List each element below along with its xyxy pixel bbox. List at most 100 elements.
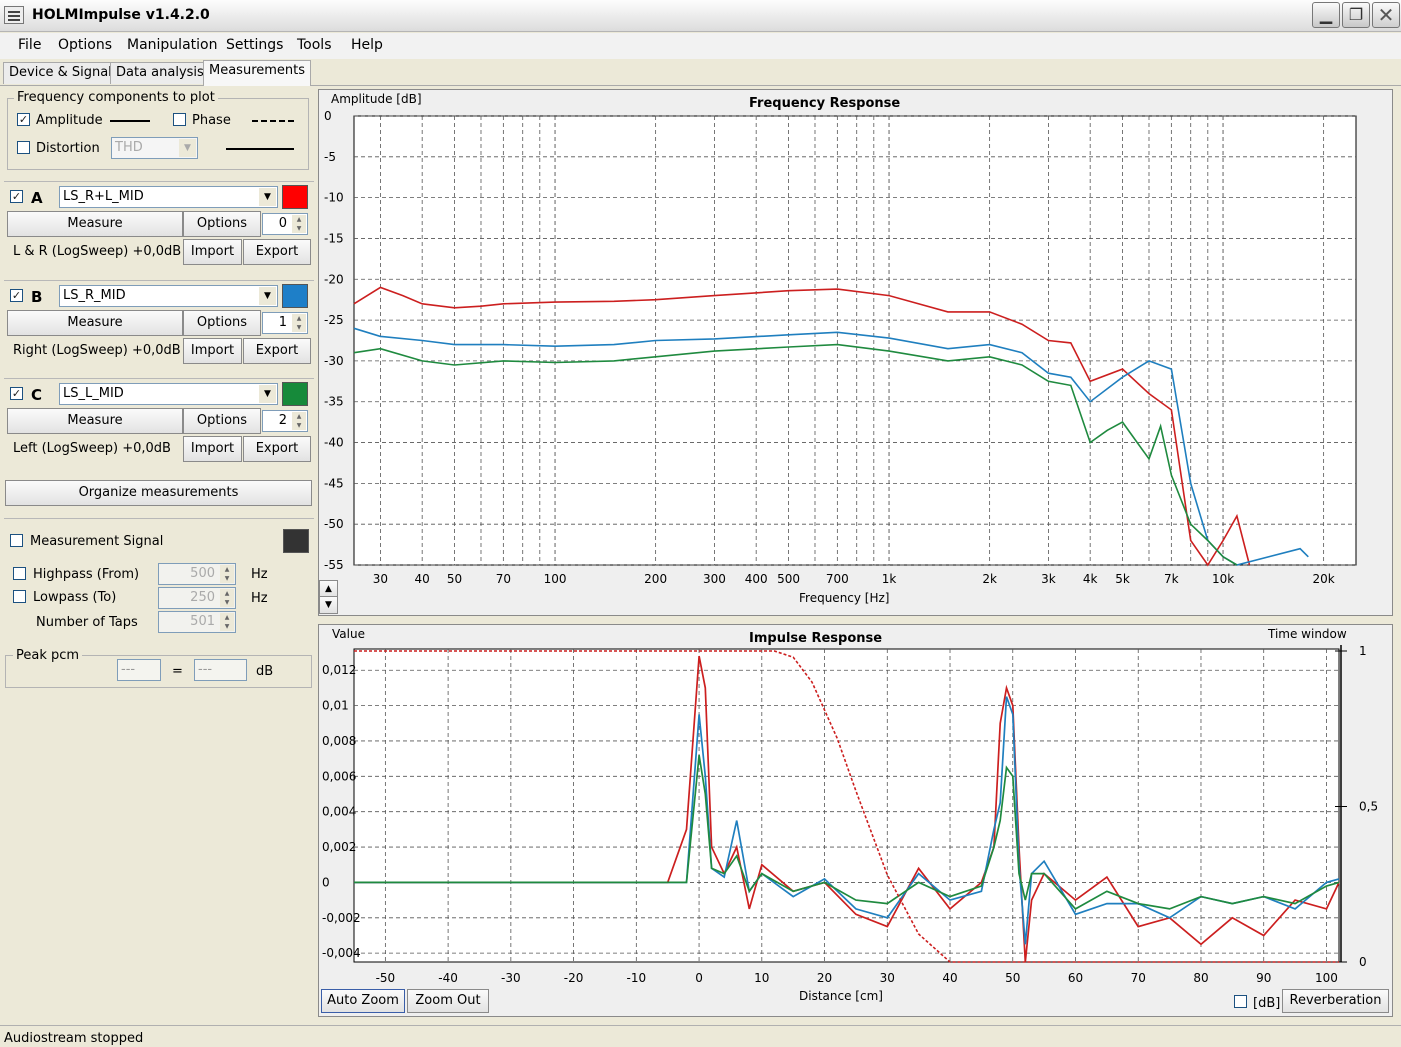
import-button[interactable]: Import [183, 338, 242, 364]
menu-manipulation[interactable]: Manipulation [127, 37, 217, 53]
spin-up-icon[interactable]: ▲ [292, 314, 306, 323]
menu-tools[interactable]: Tools [297, 37, 332, 53]
spin-up-icon[interactable]: ▲ [220, 565, 234, 574]
phase-label: Phase [192, 113, 231, 128]
zoom-out-button[interactable]: Zoom Out [407, 989, 489, 1013]
channel-color-swatch[interactable] [282, 185, 308, 209]
lowpass-unit: Hz [251, 591, 268, 606]
x-tick-label: 80 [1193, 971, 1208, 985]
channel-checkbox[interactable]: ✓ [10, 387, 23, 400]
y-tick-label: -55 [324, 558, 344, 572]
spin-down-icon[interactable]: ▼ [292, 323, 306, 332]
x-tick-label: 2k [982, 572, 997, 586]
import-button[interactable]: Import [183, 436, 242, 462]
lowpass-input[interactable]: 250 ▲ ▼ [158, 587, 236, 609]
db-checkbox[interactable] [1234, 995, 1247, 1008]
export-button[interactable]: Export [243, 436, 311, 462]
signal-checkbox[interactable] [10, 534, 23, 547]
import-button[interactable]: Import [183, 239, 242, 265]
highpass-checkbox[interactable] [13, 567, 26, 580]
highpass-unit: Hz [251, 567, 268, 582]
menu-settings[interactable]: Settings [226, 37, 283, 53]
channel-letter: C [31, 386, 43, 404]
highpass-value: 500 [190, 566, 215, 581]
tab-data-analysis[interactable]: Data analysis [110, 62, 210, 84]
channel-color-swatch[interactable] [282, 284, 308, 308]
channel-info-label: L & R (LogSweep) +0,0dB [13, 244, 182, 259]
options-button[interactable]: Options [183, 408, 261, 434]
menu-help[interactable]: Help [351, 37, 383, 53]
y-tick-label: -20 [324, 272, 344, 286]
channel-name-select[interactable]: LS_L_MID ▼ [59, 383, 278, 405]
spin-down-icon[interactable]: ▼ [292, 421, 306, 430]
spin-up-icon[interactable]: ▲ [292, 215, 306, 224]
channel-index-stepper[interactable]: 1 ▲ ▼ [262, 312, 308, 334]
y-tick-label: 0,012 [322, 663, 356, 677]
scroll-down-button[interactable]: ▼ [319, 596, 338, 614]
menu-file[interactable]: File [18, 37, 41, 53]
organize-measurements-button[interactable]: Organize measurements [5, 480, 312, 506]
lowpass-checkbox[interactable] [13, 590, 26, 603]
y-tick-label: 0,002 [322, 840, 356, 854]
distortion-select-value: THD [115, 140, 143, 155]
y-tick-label: 0,01 [322, 699, 349, 713]
frequency-response-chart[interactable]: 0 -5 -10 -15 -20 -25 -30 -35 -40 -45 -50 -55 30 40 50 7… [318, 89, 1393, 616]
taps-value: 501 [190, 614, 215, 629]
channel-color-swatch[interactable] [282, 382, 308, 406]
close-button[interactable]: ✕ [1372, 2, 1400, 28]
channel-index-stepper[interactable]: 0 ▲ ▼ [262, 213, 308, 235]
signal-color-swatch[interactable] [283, 529, 309, 553]
impulse-response-chart[interactable]: 0,012 0,01 0,008 0,006 0,004 0,002 0 -0,002 -0,0… [318, 624, 1393, 1017]
signal-divider [4, 518, 314, 519]
auto-zoom-button[interactable]: Auto Zoom [321, 989, 405, 1013]
channel-letter: A [31, 189, 43, 207]
x-tick-label: -40 [438, 971, 458, 985]
options-button[interactable]: Options [183, 211, 261, 237]
export-button[interactable]: Export [243, 338, 311, 364]
measure-button[interactable]: Measure [7, 310, 183, 336]
status-bar [0, 1025, 1401, 1047]
tab-measurements[interactable]: Measurements [203, 60, 312, 86]
measure-button[interactable]: Measure [7, 408, 183, 434]
peak-db-field: --- [194, 659, 247, 681]
channel-index-value: 0 [278, 216, 287, 231]
amplitude-checkbox[interactable]: ✓ [17, 113, 30, 126]
x-tick-label: 60 [1068, 971, 1083, 985]
measure-button[interactable]: Measure [7, 211, 183, 237]
distortion-checkbox[interactable] [17, 141, 30, 154]
channel-divider [4, 378, 314, 379]
taps-input[interactable]: 501 ▲ ▼ [158, 611, 236, 633]
spin-up-icon[interactable]: ▲ [292, 412, 306, 421]
channel-name-select[interactable]: LS_R_MID ▼ [59, 285, 278, 307]
y-tick-label: -0,002 [322, 911, 361, 925]
spin-down-icon[interactable]: ▼ [220, 574, 234, 583]
tab-device-signal[interactable]: Device & Signal [3, 62, 118, 84]
channel-index-stepper[interactable]: 2 ▲ ▼ [262, 410, 308, 432]
x-tick-label: 70 [1131, 971, 1146, 985]
spin-down-icon[interactable]: ▼ [220, 598, 234, 607]
x-tick-label: 20k [1313, 572, 1335, 586]
options-button[interactable]: Options [183, 310, 261, 336]
x-tick-label: 500 [777, 572, 800, 586]
spin-up-icon[interactable]: ▲ [220, 589, 234, 598]
amplitude-line-style [110, 120, 150, 122]
channel-checkbox[interactable]: ✓ [10, 190, 23, 203]
chevron-down-icon: ▼ [259, 385, 276, 403]
export-button[interactable]: Export [243, 239, 311, 265]
freq-components-title: Frequency components to plot [14, 90, 218, 105]
distortion-select[interactable]: THD ▼ [111, 137, 198, 159]
maximize-button[interactable]: ❐ [1342, 2, 1370, 28]
phase-checkbox[interactable] [173, 113, 186, 126]
menu-options[interactable]: Options [58, 37, 112, 53]
highpass-label: Highpass (From) [33, 567, 140, 582]
y-tick-label: -25 [324, 313, 344, 327]
channel-name-select[interactable]: LS_R+L_MID ▼ [59, 186, 278, 208]
reverberation-button[interactable]: Reverberation [1282, 989, 1389, 1013]
spin-up-icon[interactable]: ▲ [220, 613, 234, 622]
spin-down-icon[interactable]: ▼ [220, 622, 234, 631]
spin-down-icon[interactable]: ▼ [292, 224, 306, 233]
channel-checkbox[interactable]: ✓ [10, 289, 23, 302]
minimize-button[interactable]: ▁ [1312, 2, 1340, 28]
highpass-input[interactable]: 500 ▲ ▼ [158, 563, 236, 585]
x-tick-label: 40 [415, 572, 430, 586]
